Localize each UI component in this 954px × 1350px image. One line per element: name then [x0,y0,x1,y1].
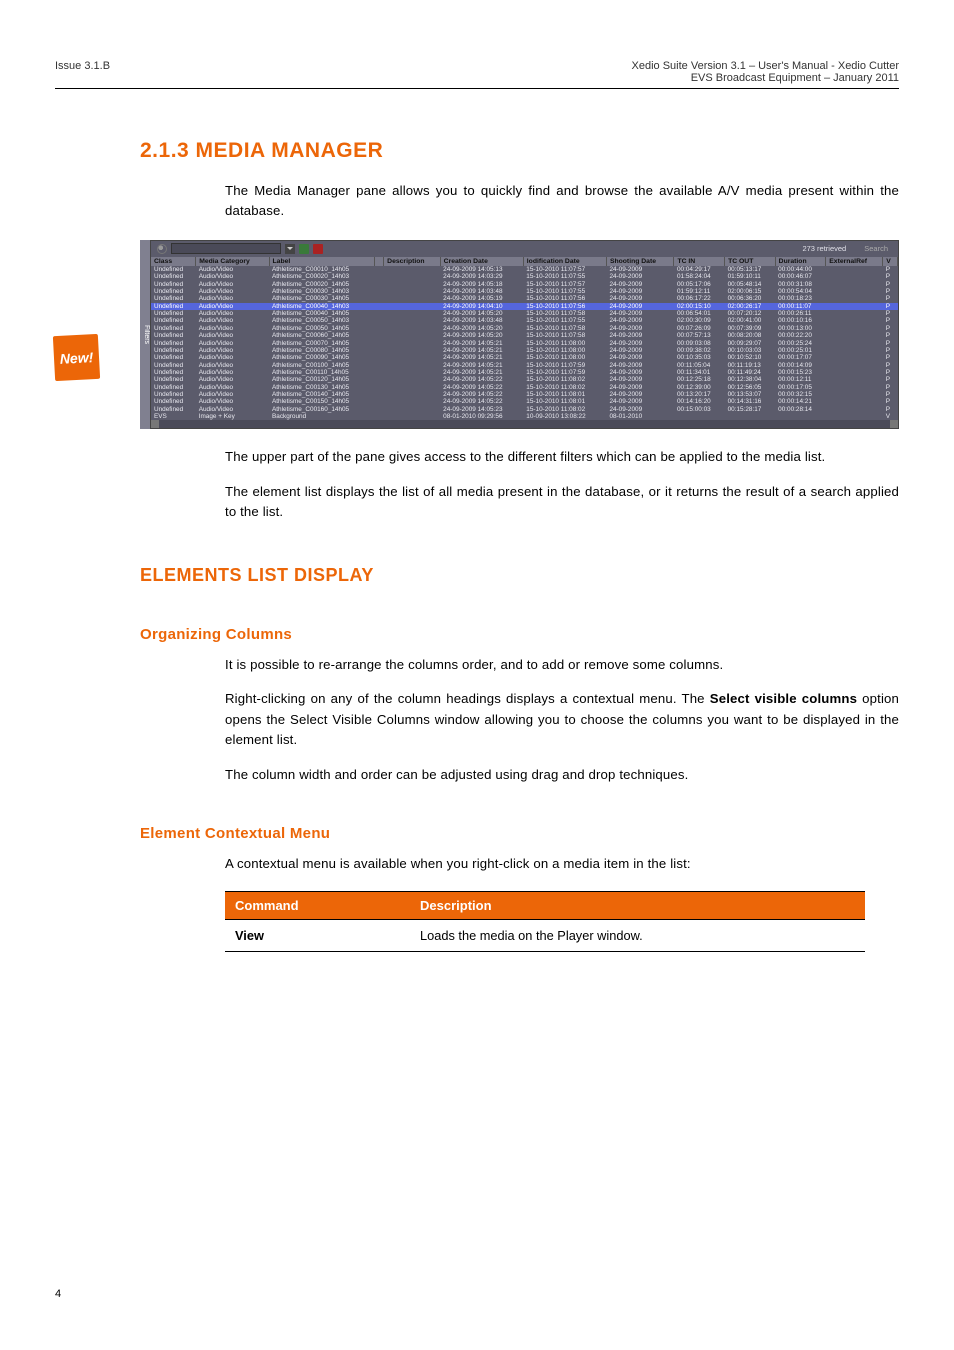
retrieved-count: 273 retrieved [802,244,846,253]
clear-filter-icon[interactable] [313,244,323,254]
new-badge: New! [53,334,100,381]
table-row[interactable]: UndefinedAudio/VideoAthletisme_C00130_14… [151,384,898,391]
search-type-dropdown[interactable] [285,244,295,254]
select-visible-columns-option: Select visible columns [710,691,857,706]
column-header[interactable]: ExternalRef [826,257,883,266]
media-manager-screenshot: Filters 273 retrieved Search ClassMedia … [140,240,899,430]
issue-label: Issue 3.1.B [55,60,110,84]
column-header[interactable]: TC OUT [725,257,776,266]
page-number: 4 [55,1288,61,1300]
filters-paragraph: The upper part of the pane gives access … [225,447,899,467]
table-row[interactable]: UndefinedAudio/VideoAthletisme_C00090_14… [151,354,898,361]
column-header[interactable]: Class [151,257,196,266]
filters-tab[interactable]: Filters [140,240,150,430]
search-icon[interactable] [157,244,167,254]
contextual-menu-paragraph: A contextual menu is available when you … [225,854,899,874]
subsection-elements-list: ELEMENTS LIST DISPLAY [140,565,899,586]
table-row[interactable]: UndefinedAudio/VideoAthletisme_C00030_14… [151,295,898,302]
table-row[interactable]: UndefinedAudio/VideoAthletisme_C00030_14… [151,288,898,295]
column-header[interactable] [375,257,384,266]
search-input[interactable] [171,243,281,254]
header-divider [55,88,899,89]
table-row[interactable]: UndefinedAudio/VideoAthletisme_C00020_14… [151,281,898,288]
column-header[interactable]: TC IN [674,257,725,266]
element-list-paragraph: The element list displays the list of al… [225,482,899,523]
table-row[interactable]: UndefinedAudio/VideoAthletisme_C00100_14… [151,362,898,369]
column-header[interactable]: Description [384,257,440,266]
column-header[interactable]: Label [269,257,375,266]
section-title-media-manager: 2.1.3 MEDIA MANAGER [140,139,899,163]
scroll-right-button[interactable] [890,420,898,428]
subsub-organizing-columns: Organizing Columns [140,626,899,643]
table-row[interactable]: UndefinedAudio/VideoAthletisme_C00040_14… [151,303,898,310]
subsub-contextual-menu: Element Contextual Menu [140,825,899,842]
media-list-table[interactable]: ClassMedia CategoryLabel DescriptionCreat… [151,257,898,421]
column-header[interactable]: lodification Date [523,257,606,266]
table-row[interactable]: UndefinedAudio/VideoAthletisme_C00040_14… [151,310,898,317]
view-description: Loads the media on the Player window. [410,919,865,951]
horizontal-scrollbar[interactable] [151,420,898,428]
table-row[interactable]: EVSImage + KeyBackground08-01-2010 09:29… [151,413,898,420]
column-header[interactable]: Shooting Date [606,257,674,266]
table-row[interactable]: UndefinedAudio/VideoAthletisme_C00050_14… [151,325,898,332]
description-header: Description [410,891,865,919]
column-header[interactable]: V [883,257,898,266]
search-label[interactable]: Search [864,244,888,253]
rearrange-paragraph: It is possible to re-arrange the columns… [225,655,899,675]
table-row[interactable]: UndefinedAudio/VideoAthletisme_C00150_14… [151,398,898,405]
table-row[interactable]: UndefinedAudio/VideoAthletisme_C00080_14… [151,347,898,354]
table-row[interactable]: UndefinedAudio/VideoAthletisme_C00120_14… [151,376,898,383]
command-header: Command [225,891,410,919]
column-header[interactable]: Media Category [196,257,269,266]
view-command: View [225,919,410,951]
table-row[interactable]: UndefinedAudio/VideoAthletisme_C00140_14… [151,391,898,398]
rightclick-paragraph: Right-clicking on any of the column head… [225,689,899,750]
table-row[interactable]: UndefinedAudio/VideoAthletisme_C00020_14… [151,273,898,280]
column-header[interactable]: Duration [775,257,826,266]
command-table: Command Description View Loads the media… [225,891,865,952]
intro-paragraph: The Media Manager pane allows you to qui… [225,181,899,222]
doc-company: EVS Broadcast Equipment – January 2011 [632,72,899,84]
table-row[interactable]: UndefinedAudio/VideoAthletisme_C00110_14… [151,369,898,376]
refresh-icon[interactable] [299,244,309,254]
column-width-paragraph: The column width and order can be adjust… [225,765,899,785]
table-row[interactable]: UndefinedAudio/VideoAthletisme_C00010_14… [151,266,898,273]
table-row[interactable]: UndefinedAudio/VideoAthletisme_C00070_14… [151,340,898,347]
table-row: View Loads the media on the Player windo… [225,919,865,951]
table-row[interactable]: UndefinedAudio/VideoAthletisme_C00060_14… [151,332,898,339]
scroll-left-button[interactable] [151,420,159,428]
table-row[interactable]: UndefinedAudio/VideoAthletisme_C00050_14… [151,317,898,324]
table-row[interactable]: UndefinedAudio/VideoAthletisme_C00160_14… [151,406,898,413]
column-header[interactable]: Creation Date [440,257,523,266]
doc-title: Xedio Suite Version 3.1 – User's Manual … [632,60,899,72]
